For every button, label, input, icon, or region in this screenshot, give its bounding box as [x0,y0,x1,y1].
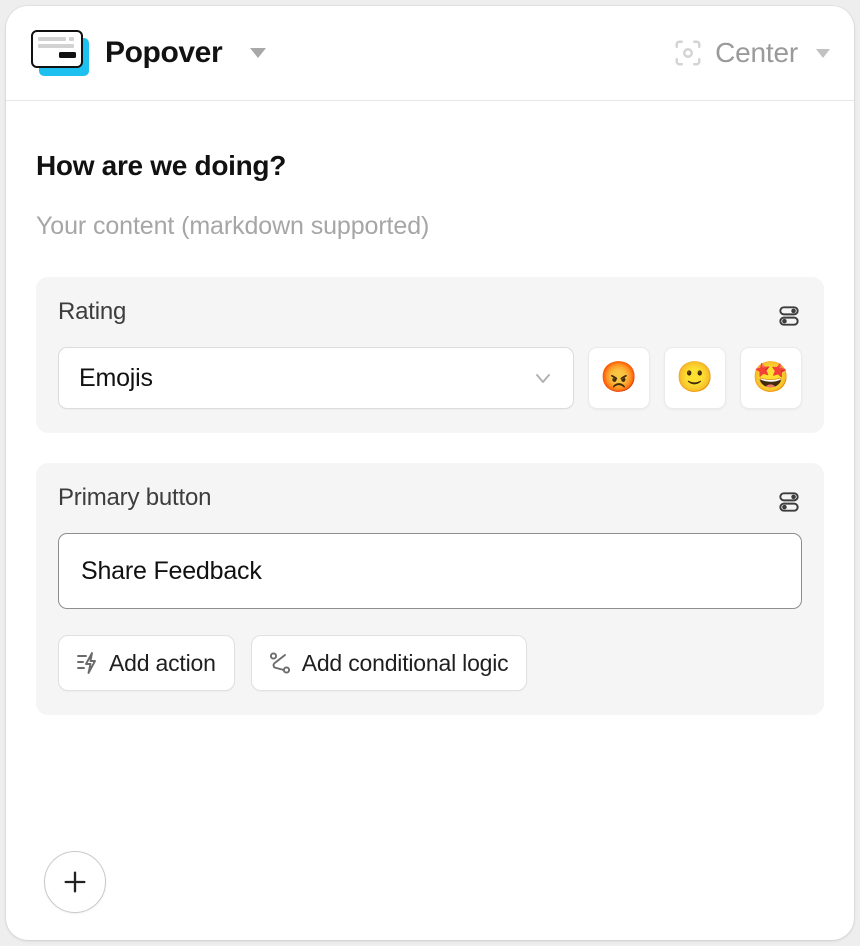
add-action-button[interactable]: Add action [58,635,235,691]
primary-button-label-input[interactable]: Share Feedback [58,533,802,609]
rating-type-value: Emojis [79,363,153,392]
popover-icon-line [38,37,66,41]
add-conditional-logic-label: Add conditional logic [301,649,509,676]
chevron-down-icon[interactable] [250,48,267,58]
workflow-branch-icon [269,652,290,674]
primary-button-actions-row: Add action Add conditional logic [58,635,802,691]
rating-section-label: Rating [58,298,127,325]
sliders-icon[interactable] [776,305,802,327]
page-title: Popover [105,36,223,69]
primary-button-label-value: Share Feedback [81,556,262,585]
add-action-label: Add action [109,649,216,676]
popover-card-icon [31,30,89,76]
sliders-icon[interactable] [776,491,802,513]
editor-body: How are we doing? Your content (markdown… [6,102,854,745]
header-left-group: Popover [31,30,673,76]
chevron-down-icon [536,374,550,383]
position-label: Center [715,37,798,68]
angry-face-emoji: 😡 [600,361,638,394]
zap-lines-icon [77,652,96,674]
star-struck-emoji-button[interactable]: 🤩 [740,347,802,409]
popover-icon-close-mark [69,37,74,41]
star-struck-emoji: 🤩 [752,361,790,394]
scan-focus-icon [675,40,701,66]
chevron-down-icon[interactable] [816,48,830,58]
popover-heading-field[interactable]: How are we doing? [36,150,824,182]
slightly-smiling-face-emoji-button[interactable]: 🙂 [664,347,726,409]
primary-button-section-header: Primary button [58,484,802,513]
rating-section-card: Rating Emojis 😡 🙂 🤩 [36,277,824,433]
rating-type-select[interactable]: Emojis [58,347,574,409]
editor-header: Popover Center [6,6,854,101]
popover-icon-front-card [31,30,83,68]
add-conditional-logic-button[interactable]: Add conditional logic [250,635,528,691]
popover-icon-button-mark [59,52,76,58]
slightly-smiling-face-emoji: 🙂 [676,361,714,394]
primary-button-section-card: Primary button Share Feedback Add action… [36,463,824,715]
angry-face-emoji-button[interactable]: 😡 [588,347,650,409]
popover-icon-line-row [38,37,76,41]
popover-content-placeholder[interactable]: Your content (markdown supported) [36,212,824,241]
rating-controls-row: Emojis 😡 🙂 🤩 [58,347,802,409]
popover-editor-panel: Popover Center How are we doing? Your co… [6,6,854,940]
position-selector[interactable]: Center [673,37,830,69]
primary-button-section-label: Primary button [58,484,212,511]
rating-section-header: Rating [58,298,802,327]
popover-icon-line [38,44,74,48]
plus-icon [64,871,86,893]
add-block-button[interactable] [44,851,106,913]
